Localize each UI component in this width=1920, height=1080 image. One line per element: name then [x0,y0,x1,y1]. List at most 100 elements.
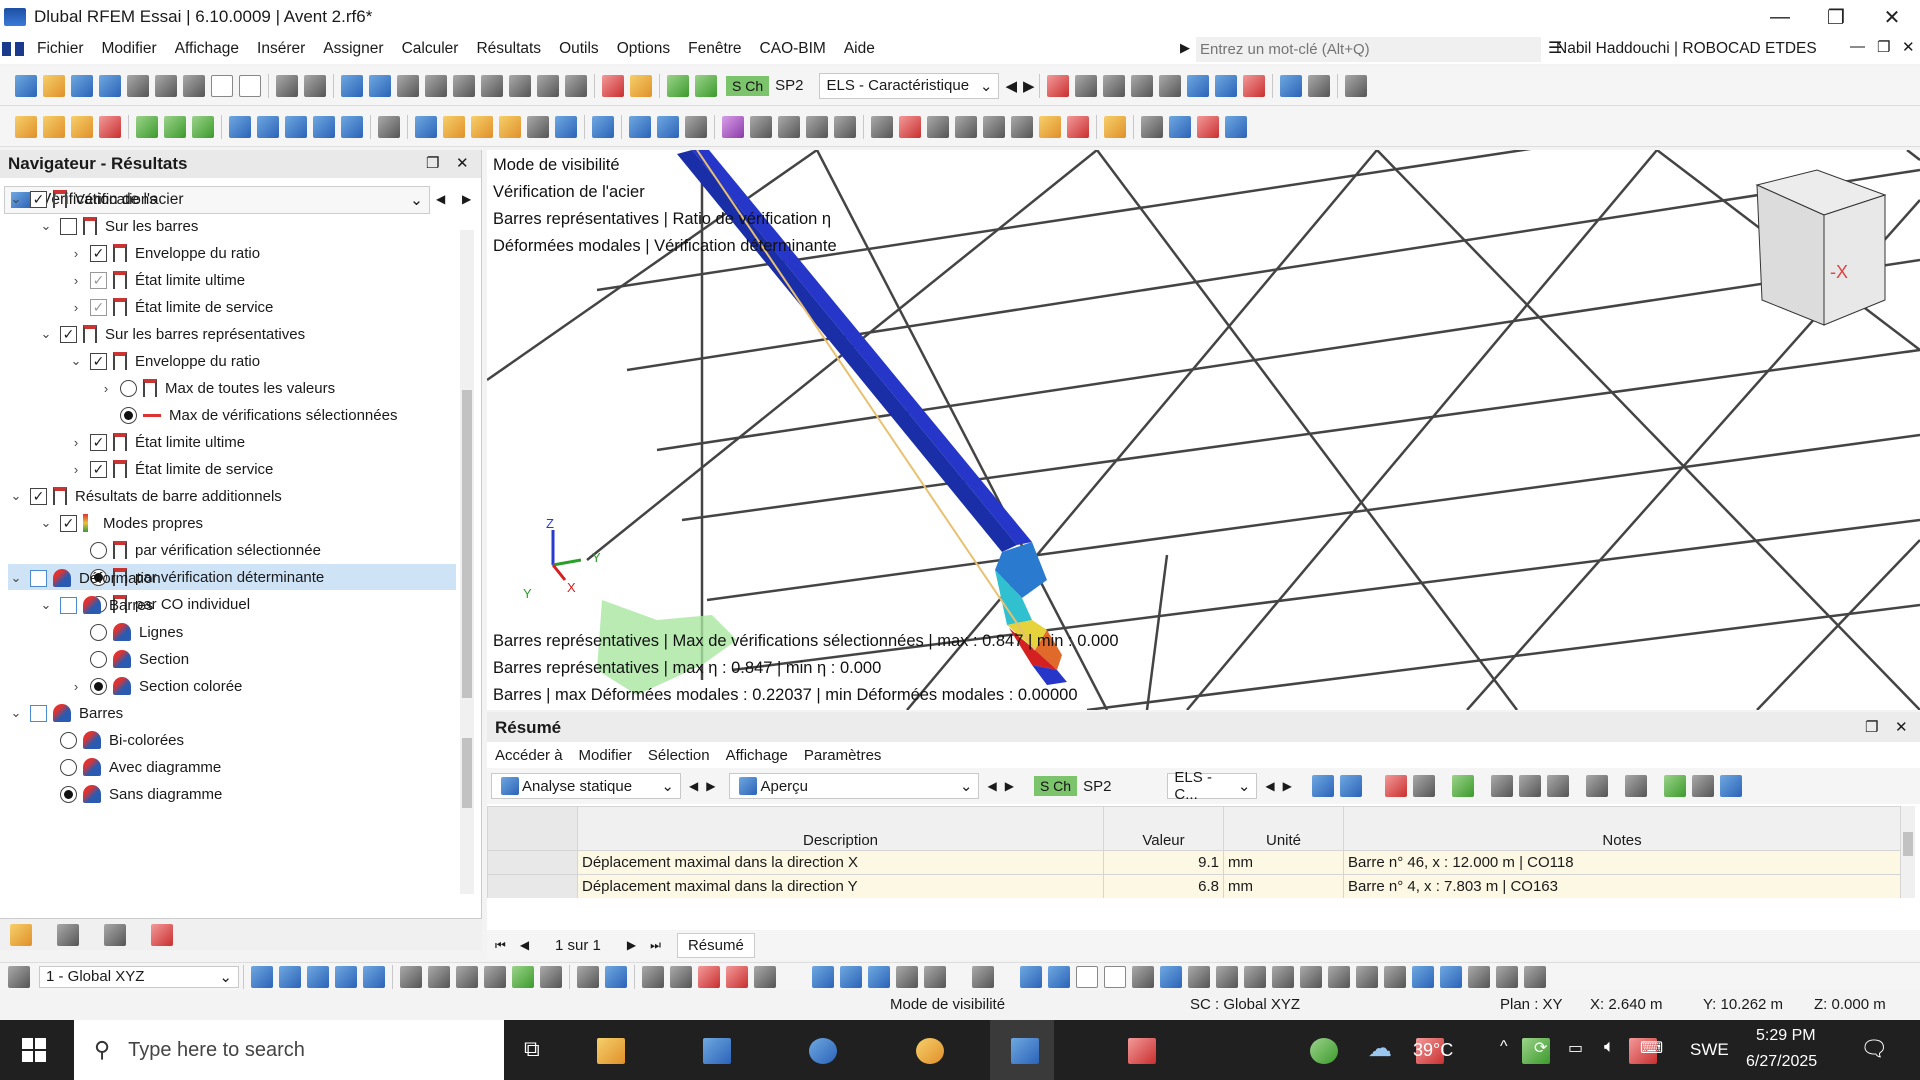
node-icon[interactable] [15,115,37,138]
checkbox[interactable]: ✓ [60,325,77,343]
tree-item[interactable]: › ✓ État limite ultime [8,267,245,293]
settings-icon[interactable] [1344,74,1367,97]
status-coordinate-system[interactable]: SC : Global XYZ [1190,996,1300,1013]
checkbox[interactable]: ✓ [90,433,107,451]
surface-tool-icon[interactable] [229,115,251,138]
nav-next-icon[interactable]: ▶ [462,192,471,206]
beam-icon[interactable] [834,115,856,138]
tree-item[interactable]: › Section colorée [8,673,242,699]
surface-load-icon[interactable] [499,115,521,138]
first-page-icon[interactable]: ⏮ [495,938,506,953]
task-view-icon[interactable]: ⧉ [524,1036,540,1062]
dimension-icon[interactable] [397,74,419,97]
guide-icon[interactable] [512,965,534,988]
keyboard-icon[interactable]: ⌨ [1640,1038,1663,1058]
arrows-icon[interactable] [806,115,828,138]
tree-item[interactable]: Section [8,646,189,672]
summary-menu-selection[interactable]: Sélection [640,747,718,764]
els-prev-icon[interactable]: ◀ [1265,779,1274,793]
hatch-3-icon[interactable] [1356,965,1378,988]
stack-icon[interactable] [509,74,531,97]
radio-button[interactable] [120,406,137,424]
snap-node-icon[interactable] [251,965,273,988]
workplane-snap-icon[interactable] [868,965,890,988]
checkbox[interactable]: ✓ [90,271,107,289]
tree-item[interactable]: par vérification sélectionnée [8,537,321,563]
opening-icon[interactable] [257,115,279,138]
snap-red-icon[interactable] [1197,115,1219,138]
polyline-icon[interactable] [71,115,93,138]
report-icon[interactable] [211,74,233,97]
taskbar-search[interactable]: ⚲ Type here to search [74,1020,504,1080]
diagram-icon[interactable] [1307,74,1330,97]
load-situation-combo[interactable]: S Ch SP2 [720,73,809,99]
clock-time[interactable]: 5:29 PM [1756,1027,1816,1045]
analysis-prev-icon[interactable]: ◀ [689,779,698,793]
navigator-scrollbar-2[interactable] [460,698,474,894]
slope-icon[interactable] [1011,115,1033,138]
radio-button[interactable] [60,731,77,749]
txt-icon[interactable] [484,965,506,988]
tray-chevron-icon[interactable]: ^ [1500,1038,1508,1056]
tree-item[interactable]: Lignes [8,619,183,645]
checkbox[interactable] [30,569,47,587]
panel-restore-icon[interactable]: ❐ [1877,38,1890,56]
clock-date[interactable]: 6/27/2025 [1746,1053,1817,1071]
layers-icon[interactable] [983,115,1005,138]
slash-icon[interactable] [1188,965,1210,988]
acrobat-icon[interactable] [1127,1038,1156,1064]
table-icon[interactable] [1490,775,1513,797]
chrome-icon[interactable] [1310,1038,1339,1064]
save-icon[interactable] [155,74,177,97]
cross-icon[interactable] [754,965,776,988]
firefox-icon[interactable] [915,1038,944,1064]
minus-icon[interactable] [1496,965,1518,988]
console-icon[interactable] [453,74,475,97]
checkbox[interactable]: ✓ [60,514,77,532]
table-edit-icon[interactable] [1546,775,1569,797]
cross-square-icon[interactable] [1104,965,1126,988]
chevron-down-icon[interactable]: ⌄ [8,488,24,504]
checkbox[interactable]: ✓ [90,298,107,316]
curve-icon[interactable] [698,965,720,988]
snow-load-icon[interactable] [555,115,577,138]
grid-icon[interactable] [1141,115,1163,138]
box-icon[interactable] [313,115,335,138]
col-description[interactable]: Description [577,806,1104,851]
last-page-icon[interactable]: ⏭ [650,938,661,953]
menu-fenetre[interactable]: Fenêtre [679,40,750,58]
ucs-icon[interactable] [972,965,994,988]
xxx-red-icon[interactable] [1242,74,1265,97]
view-next-icon[interactable]: ▶ [1005,779,1014,793]
data-tab-icon[interactable] [10,923,32,946]
select-icon[interactable] [1311,775,1334,797]
volume-icon[interactable]: 🔈︎ [1604,1036,1615,1057]
target-icon[interactable] [1272,965,1294,988]
redo-icon[interactable] [304,74,326,97]
col-notes[interactable]: Notes [1343,806,1901,851]
weather-icon[interactable]: ☁ [1368,1034,1392,1063]
chevron-down-icon[interactable]: ⌄ [38,218,54,234]
print-report-icon[interactable] [127,74,149,97]
dots-icon[interactable] [1384,965,1406,988]
tray-sync-icon[interactable]: ⟳ [1534,1038,1547,1058]
stairs-icon[interactable] [955,115,977,138]
arc-icon[interactable] [99,115,121,138]
tree-item[interactable]: Bi-colorées [8,727,184,753]
support-icon[interactable] [378,115,400,138]
grid-snap-icon[interactable] [812,965,834,988]
angle-icon[interactable] [1160,965,1182,988]
film-icon[interactable] [685,115,707,138]
lines-grey-icon[interactable] [927,115,949,138]
table-filter-icon[interactable] [1719,775,1742,797]
status-mode[interactable]: Mode de visibilité [890,996,1005,1013]
menu-assigner[interactable]: Assigner [314,40,392,58]
tree-item[interactable]: ⌄ Sur les barres [8,213,198,239]
windows-start-icon[interactable] [22,1038,46,1062]
checkbox[interactable] [30,704,47,722]
extrude-icon[interactable] [670,965,692,988]
els-next-icon[interactable]: ▶ [1283,779,1292,793]
color-chart-icon[interactable] [1104,115,1126,138]
snap-solid-icon[interactable] [363,965,385,988]
block-icon[interactable] [341,115,363,138]
